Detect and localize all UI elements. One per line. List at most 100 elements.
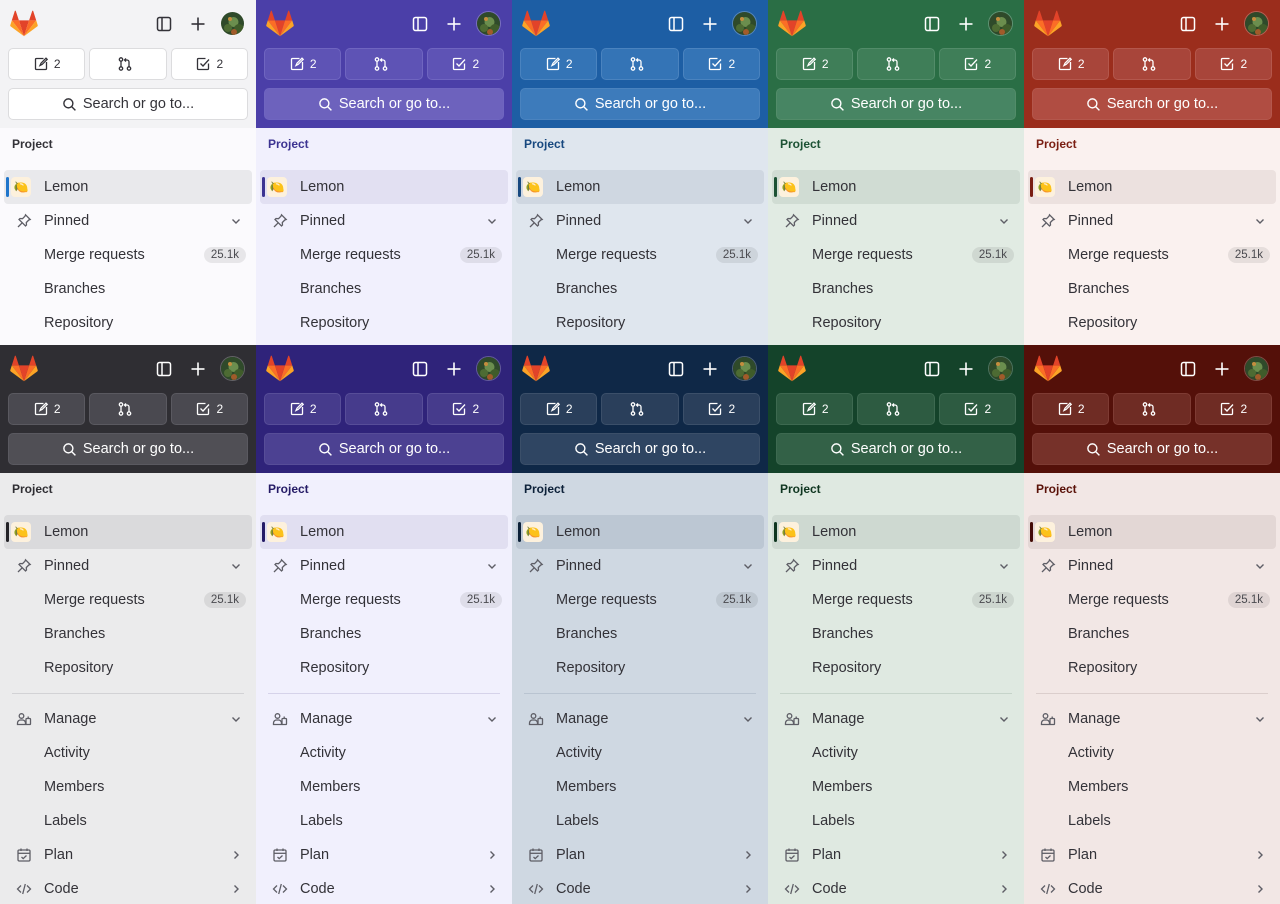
merge-requests-count-button[interactable] bbox=[89, 48, 167, 80]
sidebar-toggle-button[interactable] bbox=[406, 10, 434, 38]
pinned-section-toggle[interactable]: Pinned bbox=[768, 204, 1024, 238]
pinned-item[interactable]: Branches bbox=[512, 272, 768, 306]
merge-requests-count-button[interactable] bbox=[857, 48, 935, 80]
todos-count-button[interactable]: 2 bbox=[426, 48, 504, 80]
gitlab-tanuki-icon[interactable] bbox=[266, 355, 294, 382]
sidebar-toggle-button[interactable] bbox=[1174, 10, 1202, 38]
pinned-item[interactable]: Repository bbox=[768, 306, 1024, 340]
merge-requests-count-button[interactable] bbox=[1113, 48, 1191, 80]
issues-count-button[interactable]: 2 bbox=[8, 48, 86, 80]
gitlab-tanuki-icon[interactable] bbox=[266, 10, 294, 37]
pinned-item[interactable]: Repository bbox=[1024, 306, 1280, 340]
issues-count-button[interactable]: 2 bbox=[264, 393, 342, 425]
gitlab-tanuki-icon[interactable] bbox=[10, 10, 38, 37]
gitlab-tanuki-icon[interactable] bbox=[1034, 10, 1062, 37]
create-new-button[interactable] bbox=[696, 10, 724, 38]
todos-count-button[interactable]: 2 bbox=[170, 48, 248, 80]
manage-item[interactable]: Activity bbox=[256, 736, 512, 770]
pinned-item[interactable]: Merge requests 25.1k bbox=[0, 238, 256, 272]
pinned-item[interactable]: Repository bbox=[1024, 651, 1280, 685]
todos-count-button[interactable]: 2 bbox=[1194, 48, 1272, 80]
pinned-item[interactable]: Merge requests 25.1k bbox=[512, 583, 768, 617]
sidebar-toggle-button[interactable] bbox=[662, 355, 690, 383]
manage-item[interactable]: Members bbox=[256, 770, 512, 804]
pinned-item[interactable]: Repository bbox=[256, 651, 512, 685]
create-new-button[interactable] bbox=[952, 10, 980, 38]
plan-section-toggle[interactable]: Plan bbox=[1024, 838, 1280, 872]
pinned-item[interactable]: Merge requests 25.1k bbox=[512, 238, 768, 272]
merge-requests-count-button[interactable] bbox=[89, 393, 167, 425]
todos-count-button[interactable]: 2 bbox=[1194, 393, 1272, 425]
todos-count-button[interactable]: 2 bbox=[938, 393, 1016, 425]
plan-section-toggle[interactable]: Plan bbox=[768, 838, 1024, 872]
plan-section-toggle[interactable]: Plan bbox=[256, 838, 512, 872]
pinned-item[interactable]: Branches bbox=[1024, 272, 1280, 306]
pinned-item[interactable]: Repository bbox=[256, 306, 512, 340]
issues-count-button[interactable]: 2 bbox=[520, 48, 598, 80]
gitlab-tanuki-icon[interactable] bbox=[522, 10, 550, 37]
code-section-toggle[interactable]: Code bbox=[256, 872, 512, 904]
issues-count-button[interactable]: 2 bbox=[264, 48, 342, 80]
manage-item[interactable]: Activity bbox=[768, 736, 1024, 770]
pinned-section-toggle[interactable]: Pinned bbox=[256, 549, 512, 583]
search-button[interactable]: Search or go to... bbox=[520, 433, 760, 465]
todos-count-button[interactable]: 2 bbox=[682, 48, 760, 80]
pinned-item[interactable]: Repository bbox=[0, 651, 256, 685]
code-section-toggle[interactable]: Code bbox=[0, 872, 256, 904]
user-avatar[interactable] bbox=[220, 11, 245, 36]
manage-section-toggle[interactable]: Manage bbox=[768, 702, 1024, 736]
create-new-button[interactable] bbox=[1208, 10, 1236, 38]
search-button[interactable]: Search or go to... bbox=[264, 433, 504, 465]
user-avatar[interactable] bbox=[1244, 11, 1269, 36]
manage-item[interactable]: Activity bbox=[512, 736, 768, 770]
todos-count-button[interactable]: 2 bbox=[682, 393, 760, 425]
pinned-item[interactable]: Merge requests 25.1k bbox=[256, 238, 512, 272]
issues-count-button[interactable]: 2 bbox=[776, 393, 854, 425]
manage-item[interactable]: Labels bbox=[0, 804, 256, 838]
plan-section-toggle[interactable]: Plan bbox=[0, 838, 256, 872]
manage-section-toggle[interactable]: Manage bbox=[1024, 702, 1280, 736]
pinned-section-toggle[interactable]: Pinned bbox=[768, 549, 1024, 583]
sidebar-toggle-button[interactable] bbox=[150, 355, 178, 383]
manage-item[interactable]: Members bbox=[0, 770, 256, 804]
manage-item[interactable]: Labels bbox=[768, 804, 1024, 838]
pinned-item[interactable]: Branches bbox=[768, 272, 1024, 306]
gitlab-tanuki-icon[interactable] bbox=[10, 355, 38, 382]
project-link[interactable]: 🍋 Lemon bbox=[516, 170, 764, 204]
pinned-section-toggle[interactable]: Pinned bbox=[1024, 549, 1280, 583]
pinned-item[interactable]: Branches bbox=[512, 617, 768, 651]
manage-item[interactable]: Activity bbox=[0, 736, 256, 770]
sidebar-toggle-button[interactable] bbox=[406, 355, 434, 383]
create-new-button[interactable] bbox=[952, 355, 980, 383]
create-new-button[interactable] bbox=[696, 355, 724, 383]
create-new-button[interactable] bbox=[440, 355, 468, 383]
merge-requests-count-button[interactable] bbox=[345, 393, 423, 425]
manage-item[interactable]: Labels bbox=[1024, 804, 1280, 838]
user-avatar[interactable] bbox=[988, 11, 1013, 36]
gitlab-tanuki-icon[interactable] bbox=[522, 355, 550, 382]
pinned-item[interactable]: Repository bbox=[0, 306, 256, 340]
project-link[interactable]: 🍋 Lemon bbox=[260, 170, 508, 204]
sidebar-toggle-button[interactable] bbox=[918, 10, 946, 38]
project-link[interactable]: 🍋 Lemon bbox=[516, 515, 764, 549]
todos-count-button[interactable]: 2 bbox=[170, 393, 248, 425]
create-new-button[interactable] bbox=[184, 10, 212, 38]
pinned-item[interactable]: Branches bbox=[256, 272, 512, 306]
search-button[interactable]: Search or go to... bbox=[1032, 433, 1272, 465]
user-avatar[interactable] bbox=[476, 356, 501, 381]
issues-count-button[interactable]: 2 bbox=[520, 393, 598, 425]
pinned-section-toggle[interactable]: Pinned bbox=[256, 204, 512, 238]
pinned-section-toggle[interactable]: Pinned bbox=[1024, 204, 1280, 238]
sidebar-toggle-button[interactable] bbox=[918, 355, 946, 383]
manage-item[interactable]: Labels bbox=[512, 804, 768, 838]
user-avatar[interactable] bbox=[732, 11, 757, 36]
search-button[interactable]: Search or go to... bbox=[8, 433, 248, 465]
user-avatar[interactable] bbox=[988, 356, 1013, 381]
search-button[interactable]: Search or go to... bbox=[776, 433, 1016, 465]
user-avatar[interactable] bbox=[220, 356, 245, 381]
merge-requests-count-button[interactable] bbox=[601, 48, 679, 80]
merge-requests-count-button[interactable] bbox=[601, 393, 679, 425]
search-button[interactable]: Search or go to... bbox=[1032, 88, 1272, 120]
merge-requests-count-button[interactable] bbox=[345, 48, 423, 80]
project-link[interactable]: 🍋 Lemon bbox=[772, 515, 1020, 549]
